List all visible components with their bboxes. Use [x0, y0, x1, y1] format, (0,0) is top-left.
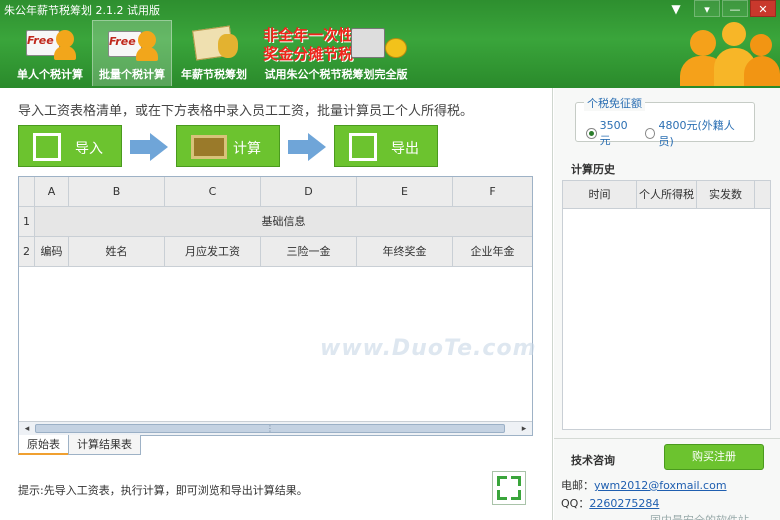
- arrow-icon: [308, 133, 326, 161]
- menu-button[interactable]: ▾: [694, 0, 720, 17]
- close-button[interactable]: ✕: [750, 0, 776, 17]
- column-header[interactable]: E: [357, 177, 453, 207]
- row-header[interactable]: 2: [19, 237, 35, 267]
- nav-label: 批量个税计算: [99, 68, 165, 81]
- history-table[interactable]: 时间 个人所得税 实发数: [562, 180, 771, 430]
- divider: [554, 438, 780, 439]
- table-row: 2 编码 姓名 月应发工资 三险一金 年终奖金 企业年金: [19, 237, 532, 267]
- instruction-text: 导入工资表格清单，或在下方表格中录入员工工资，批量计算员工个人所得税。: [18, 104, 474, 119]
- export-icon: [349, 133, 377, 161]
- table-cell[interactable]: 姓名: [69, 237, 165, 267]
- history-col-time[interactable]: 时间: [563, 181, 637, 208]
- qq-row: QQ：2260275284: [561, 497, 660, 510]
- window-controls: ▼ ▾ — ✕: [668, 0, 776, 17]
- exemption-options: 3500元 4800元(外籍人员): [586, 117, 754, 149]
- corner-cell: [19, 177, 35, 207]
- row-header[interactable]: 1: [19, 207, 35, 237]
- exemption-title: 个税免征额: [584, 95, 645, 111]
- horizontal-scrollbar[interactable]: ◂ ⋮ ▸: [19, 421, 532, 435]
- tab-original-sheet[interactable]: 原始表: [18, 435, 69, 455]
- radio-label[interactable]: 3500元: [600, 119, 637, 148]
- radio-3500[interactable]: [586, 127, 597, 139]
- nav-item-annual-salary[interactable]: 年薪节税筹划: [174, 20, 254, 86]
- arrow-icon: [288, 140, 310, 154]
- minimize-button[interactable]: —: [722, 0, 748, 17]
- table-cell[interactable]: 企业年金: [453, 237, 532, 267]
- email-row: 电邮：ywm2012@foxmail.com: [561, 479, 727, 492]
- grip-icon: ⋮: [266, 424, 274, 433]
- calculator-coins-icon: 非全年一次性 奖金分摊节税: [261, 24, 411, 64]
- purchase-button[interactable]: 购买注册: [664, 444, 764, 470]
- column-header-row: A B C D E F: [19, 177, 532, 207]
- side-panel: 个税免征额 3500元 4800元(外籍人员) 计算历史 时间 个人所得税 实发…: [554, 88, 780, 520]
- history-header: 时间 个人所得税 实发数: [563, 181, 770, 209]
- fullscreen-button[interactable]: [492, 471, 526, 505]
- nav-label: 试用朱公个税节税筹划完全版: [264, 68, 408, 81]
- abacus-icon: [191, 135, 227, 159]
- nav-item-single-tax[interactable]: Free 单人个税计算: [10, 20, 90, 86]
- app-header: 朱公年薪节税筹划 2.1.2 试用版 ▼ ▾ — ✕ Free 单人个税计算 F…: [0, 0, 780, 88]
- salary-grid[interactable]: A B C D E F 1 基础信息 2 编码 姓名 月应发工资 三险一金 年终…: [18, 176, 533, 436]
- free-calculator-icon: Free: [24, 24, 76, 64]
- scrollbar-thumb[interactable]: ⋮: [35, 424, 505, 433]
- history-col-tax[interactable]: 个人所得税: [637, 181, 697, 208]
- import-button[interactable]: 导入: [18, 125, 122, 167]
- table-cell[interactable]: 三险一金: [261, 237, 357, 267]
- sheet-tabs: 原始表 计算结果表: [18, 435, 141, 455]
- skin-icon[interactable]: ▼: [668, 1, 684, 17]
- calculate-button[interactable]: 计算: [176, 125, 280, 167]
- money-bag-icon: [188, 24, 240, 64]
- table-cell[interactable]: 月应发工资: [165, 237, 261, 267]
- nav-label: 单人个税计算: [17, 68, 83, 81]
- arrow-icon: [150, 133, 168, 161]
- tab-result-sheet[interactable]: 计算结果表: [68, 435, 141, 455]
- column-header[interactable]: A: [35, 177, 69, 207]
- history-title: 计算历史: [571, 163, 615, 176]
- watermark-text: 国内最安全的软件站: [650, 512, 749, 520]
- exemption-group: 个税免征额 3500元 4800元(外籍人员): [575, 95, 755, 148]
- window-title: 朱公年薪节税筹划 2.1.2 试用版: [4, 4, 160, 17]
- main-panel: 导入工资表格清单，或在下方表格中录入员工工资，批量计算员工个人所得税。 导入 计…: [0, 88, 553, 520]
- radio-4800[interactable]: [644, 127, 656, 139]
- main-nav: Free 单人个税计算 Free 批量个税计算 年薪节税筹划 非全年一次性 奖金…: [10, 20, 418, 86]
- history-col-net[interactable]: 实发数: [697, 181, 755, 208]
- nav-item-full-version[interactable]: 非全年一次性 奖金分摊节税 试用朱公个税节税筹划完全版: [256, 20, 416, 86]
- email-link[interactable]: ywm2012@foxmail.com: [594, 479, 727, 492]
- column-header[interactable]: C: [165, 177, 261, 207]
- column-header[interactable]: F: [453, 177, 532, 207]
- table-cell[interactable]: 年终奖金: [357, 237, 453, 267]
- qq-link[interactable]: 2260275284: [589, 497, 659, 510]
- free-batch-icon: Free: [106, 25, 158, 65]
- action-row: 导入 计算 导出: [18, 125, 448, 167]
- scroll-left-icon[interactable]: ◂: [20, 422, 34, 435]
- nav-item-batch-tax[interactable]: Free 批量个税计算: [92, 20, 172, 86]
- expand-icon: [497, 476, 507, 486]
- merged-header-cell[interactable]: 基础信息: [35, 207, 532, 237]
- export-button[interactable]: 导出: [334, 125, 438, 167]
- table-row: 1 基础信息: [19, 207, 532, 237]
- table-cell[interactable]: 编码: [35, 237, 69, 267]
- scroll-right-icon[interactable]: ▸: [517, 422, 531, 435]
- tech-support-title: 技术咨询: [571, 454, 615, 467]
- arrow-icon: [130, 140, 152, 154]
- column-header[interactable]: B: [69, 177, 165, 207]
- mascot-logo: [670, 18, 780, 88]
- nav-label: 年薪节税筹划: [181, 68, 247, 81]
- tip-text: 提示:先导入工资表，执行计算，即可浏览和导出计算结果。: [18, 484, 308, 497]
- radio-label[interactable]: 4800元(外籍人员): [658, 117, 746, 149]
- column-header[interactable]: D: [261, 177, 357, 207]
- import-icon: [33, 133, 61, 161]
